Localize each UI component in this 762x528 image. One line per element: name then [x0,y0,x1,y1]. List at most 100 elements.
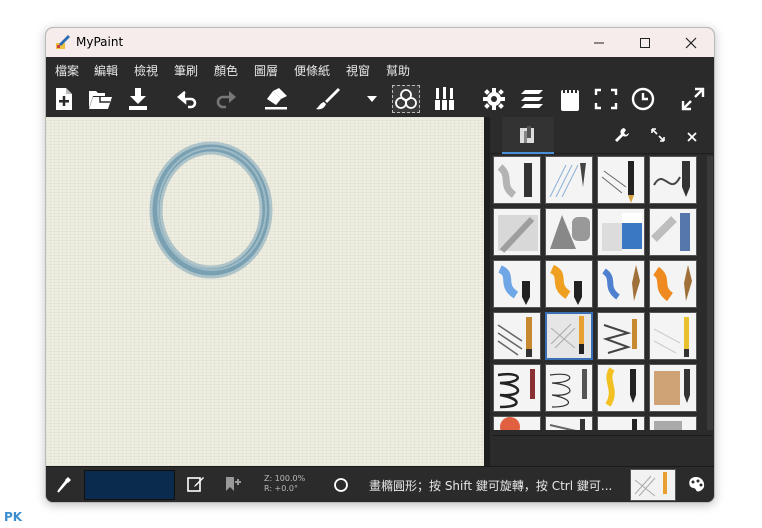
blue-knife-brush-icon [602,265,640,301]
menu-layer[interactable]: 圖層 [254,62,278,79]
close-icon [687,132,697,142]
menu-help[interactable]: 幫助 [386,62,410,79]
brush-item[interactable] [649,364,697,412]
new-file-button[interactable] [50,85,78,113]
painted-ellipse-stroke [149,141,273,279]
brush-item[interactable] [649,312,697,360]
panel-tab-strip [490,117,714,154]
eyedropper-icon [57,477,71,493]
open-file-icon [89,91,112,109]
palette-icon [689,477,705,492]
brush-item[interactable] [597,156,645,204]
history-button[interactable] [629,85,657,113]
save-button[interactable] [124,85,152,113]
brush-modes-button[interactable] [392,85,420,113]
brush-button[interactable] [314,85,342,113]
redo-icon [216,91,236,109]
brush-item[interactable] [597,312,645,360]
menu-edit[interactable]: 編輯 [94,62,118,79]
brush-item[interactable] [545,156,593,204]
wrench-icon [615,128,629,142]
brush-item[interactable] [545,364,593,412]
brush-item[interactable] [493,312,541,360]
brush-item[interactable] [493,208,541,256]
redo-button[interactable] [212,85,240,113]
layers-button[interactable] [518,85,546,113]
status-bar: Z: 100.0% R: +0.0° 畫橢圓形；按 Shift 鍵可旋轉，按 C… [46,466,714,502]
blue-paint-brush-icon [497,265,530,305]
menu-brush[interactable]: 筆刷 [174,62,198,79]
gear-icon [483,88,505,110]
ink-spiral-brush-icon [497,369,535,409]
brush-item[interactable] [545,208,593,256]
panel-close-button[interactable] [686,128,698,147]
edit-icon [187,477,204,492]
add-bookmark-button[interactable] [224,475,242,497]
menu-file[interactable]: 檔案 [55,62,79,79]
current-color-swatch[interactable] [84,470,175,500]
color-wheel-button[interactable] [686,475,706,499]
menu-scratchpad[interactable]: 便條紙 [294,62,330,79]
ellipse-mode-icon [333,477,349,497]
scribble-brush-icon [602,319,637,354]
brush-item[interactable] [493,416,541,430]
panel-detach-button[interactable] [650,127,666,147]
brush-item[interactable] [597,260,645,308]
brush-item[interactable] [545,416,593,430]
pencil-hatch-brush-icon [549,163,586,198]
expand-button[interactable] [679,85,707,113]
bookmark-add-icon [226,477,241,491]
scratchpad-button[interactable] [556,85,584,113]
brush-modes-icon [395,89,417,109]
brush-item[interactable] [597,208,645,256]
brush-item[interactable] [597,364,645,412]
brush-grid-scrollbar[interactable] [707,156,713,430]
drawing-canvas[interactable] [46,117,484,466]
save-icon [129,88,147,110]
chevron-down-icon [367,96,377,102]
tab-brushes[interactable] [502,117,554,154]
grey-brush-icon [654,421,682,430]
undo-button[interactable] [174,85,202,113]
menu-view[interactable]: 檢視 [134,62,158,79]
expand-icon [681,87,705,111]
color-picker-button[interactable] [56,476,72,498]
menu-window[interactable]: 視窗 [346,62,370,79]
minimize-button[interactable] [576,28,622,57]
brush-item[interactable] [493,364,541,412]
open-file-button[interactable] [86,85,114,113]
dark-pen-brush-icon [632,419,637,430]
bronze-brush-icon [654,369,690,405]
fullscreen-button[interactable] [592,85,620,113]
brush-item[interactable] [597,416,645,430]
brush-item[interactable] [493,260,541,308]
red-brush-icon [500,417,520,430]
mypaint-app-icon [55,34,71,50]
main-toolbar [46,81,714,117]
maximize-button[interactable] [622,28,668,57]
brush-item[interactable] [649,416,697,430]
brush-item[interactable] [649,260,697,308]
brush-dropdown-button[interactable] [358,85,386,113]
brush-item[interactable] [545,260,593,308]
edit-color-button[interactable] [187,475,205,497]
hatch-brush-icon [497,317,532,357]
brush-item[interactable] [493,156,541,204]
smudge-brush-icon [550,215,590,249]
brush-item[interactable] [649,208,697,256]
zoom-rotation-readout: Z: 100.0% R: +0.0° [264,474,305,494]
close-button[interactable] [668,28,714,57]
orange-knife-brush-icon [652,265,692,302]
thin-ink-brush-icon [549,369,587,408]
menu-color[interactable]: 顏色 [214,62,238,79]
brush-item-selected[interactable] [545,312,593,360]
new-file-icon [56,88,72,110]
brush-grid [493,156,707,430]
panel-options-button[interactable] [614,127,630,147]
status-message: 畫橢圓形；按 Shift 鍵可旋轉，按 Ctrl 鍵可... [369,479,613,493]
settings-button[interactable] [480,85,508,113]
eraser-button[interactable] [262,85,290,113]
pencil-brush-icon [601,161,634,203]
brush-item[interactable] [649,156,697,204]
brush-group-button[interactable] [430,85,458,113]
